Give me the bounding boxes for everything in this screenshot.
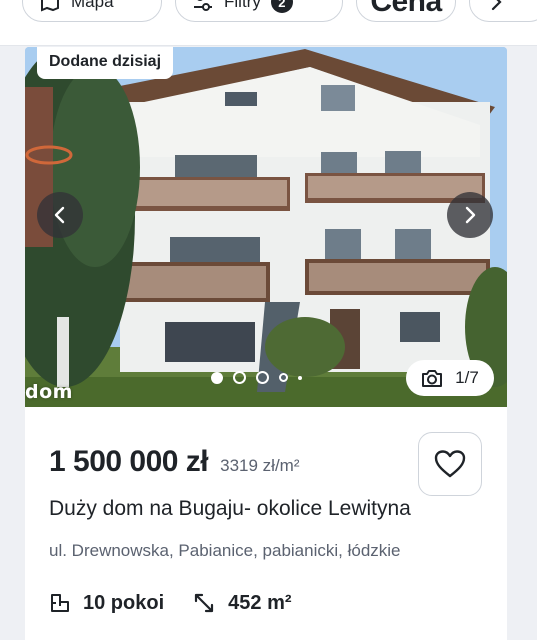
rooms-count: 10 pokoi — [83, 591, 165, 614]
previous-photo-button[interactable] — [37, 192, 83, 238]
listing-features: 10 pokoi 452 m² — [49, 591, 292, 615]
map-icon — [41, 0, 59, 12]
filters-chip-label: Filtry — [224, 0, 261, 11]
filter-bar: Mapa Filtry 2 Cena — [0, 0, 537, 46]
area-size: 452 m² — [228, 591, 292, 614]
listing-address: ul. Drewnowska, Pabianice, pabianicki, ł… — [49, 541, 401, 560]
pagination-dot[interactable] — [256, 371, 269, 384]
map-chip-label: Mapa — [71, 0, 114, 11]
listing-price: 1 500 000 zł — [49, 445, 209, 478]
filters-chip[interactable]: Filtry 2 — [175, 0, 343, 22]
new-listing-tag: Dodane dzisiaj — [37, 47, 174, 79]
watermark-logo: dom — [25, 381, 73, 403]
chevron-left-icon — [54, 206, 65, 224]
pagination-dot[interactable] — [298, 375, 302, 380]
photo-counter[interactable]: 1/7 — [406, 360, 494, 396]
listing-title[interactable]: Duży dom na Bugaju- okolice Lewityna — [49, 497, 489, 521]
price-row: 1 500 000 zł 3319 zł/m² — [49, 445, 300, 479]
house-photo — [25, 47, 507, 407]
filters-count-badge: 2 — [270, 0, 293, 13]
favorite-button[interactable] — [418, 432, 482, 496]
heart-icon — [434, 450, 466, 478]
listing-card[interactable]: Dodane dzisiaj dom 1/7 1 500 000 zł 3319… — [25, 47, 507, 640]
pagination-dot[interactable] — [279, 373, 288, 382]
pagination-dot-active[interactable] — [211, 371, 223, 384]
next-photo-button[interactable] — [447, 192, 493, 238]
price-chip-label: Cena — [370, 0, 442, 18]
filters-icon — [194, 0, 212, 11]
more-chips-button[interactable] — [469, 0, 537, 22]
photo-pagination-dots — [211, 371, 302, 384]
area-feature: 452 m² — [192, 591, 292, 615]
price-per-square-meter: 3319 zł/m² — [220, 456, 300, 475]
price-chip[interactable]: Cena — [356, 0, 456, 22]
rooms-feature: 10 pokoi — [49, 592, 164, 615]
chevron-right-icon — [491, 0, 502, 11]
photo-counter-text: 1/7 — [455, 368, 479, 387]
camera-icon — [422, 370, 443, 387]
map-chip[interactable]: Mapa — [22, 0, 162, 22]
floor-plan-icon — [51, 594, 69, 612]
pagination-dot[interactable] — [233, 371, 246, 384]
listing-photo[interactable]: Dodane dzisiaj dom 1/7 — [25, 47, 507, 407]
area-arrows-icon — [195, 593, 214, 613]
chevron-right-icon — [465, 206, 476, 224]
